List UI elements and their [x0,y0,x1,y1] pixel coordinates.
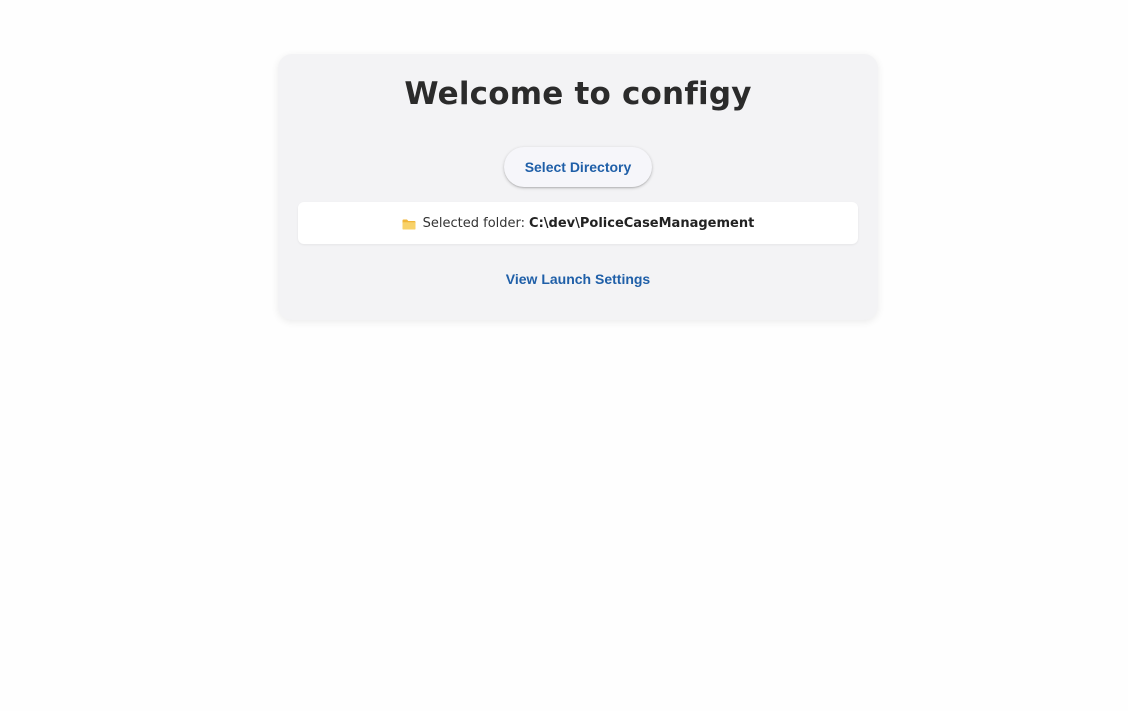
welcome-card: Welcome to configy Select Directory Sele… [278,54,878,320]
selected-folder-path: C:\dev\PoliceCaseManagement [529,215,755,231]
select-directory-button[interactable]: Select Directory [504,147,652,187]
page-title: Welcome to configy [404,76,752,112]
selected-folder-label: Selected folder: [422,215,526,231]
launch-settings-link-row: View Launch Settings [278,271,878,287]
folder-icon [402,219,416,230]
view-launch-settings-link[interactable]: View Launch Settings [506,271,650,287]
selected-folder-panel: Selected folder: C:\dev\PoliceCaseManage… [298,202,858,244]
